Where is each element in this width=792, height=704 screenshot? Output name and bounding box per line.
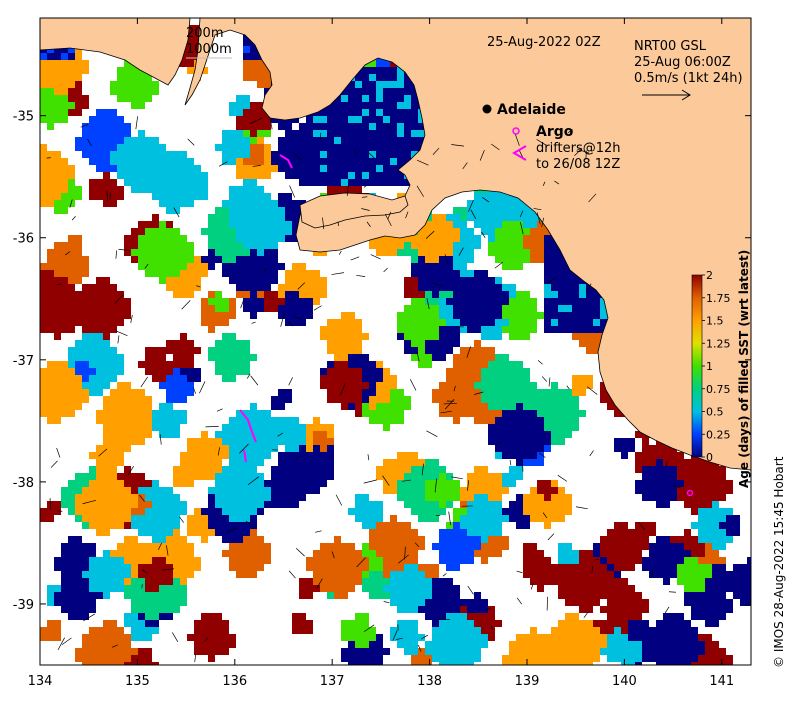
adelaide-marker (483, 105, 492, 114)
map-date-label: 25-Aug-2022 02Z (487, 35, 601, 50)
y-tick-label: -39 (13, 598, 34, 613)
depth-contour-200m-label: 200m (186, 26, 223, 41)
argo-legend-label: Argo (536, 124, 574, 140)
colorbar-label: Age (days) of filled SST (wrt latest) (737, 250, 751, 488)
sst-age-map-figure: 200m 1000m 25-Aug-2022 02Z NRT00 GSL 25-… (0, 0, 792, 700)
colorbar-tick-label: 1.25 (706, 337, 731, 350)
drifter-legend-label-1: drifters@12h (536, 141, 621, 156)
x-tick-label: 141 (709, 674, 734, 689)
current-time-label: 25-Aug 06:00Z (634, 55, 731, 70)
y-tick-label: -37 (13, 354, 34, 369)
x-tick-label: 139 (515, 674, 540, 689)
colorbar-tick-label: 0.25 (706, 428, 731, 441)
x-tick-label: 136 (222, 674, 247, 689)
depth-contour-1000m-label: 1000m (186, 42, 232, 57)
vector-scale-label: 0.5m/s (1kt 24h) (634, 71, 743, 86)
x-tick-label: 134 (28, 674, 53, 689)
colorbar-tick-label: 1 (706, 360, 713, 373)
credit-label: © IMOS 28-Aug-2022 15:45 Hobart (772, 456, 786, 668)
current-source-label: NRT00 GSL (634, 39, 707, 54)
colorbar-tick-label: 1.75 (706, 292, 731, 305)
x-tick-label: 135 (125, 674, 150, 689)
y-tick-label: -35 (13, 110, 34, 125)
y-tick-label: -38 (13, 476, 34, 491)
colorbar-tick-label: 1.5 (706, 315, 724, 328)
colorbar-tick-label: 0.5 (706, 406, 724, 419)
adelaide-label: Adelaide (497, 102, 566, 118)
colorbar (692, 275, 702, 457)
x-tick-label: 138 (417, 674, 442, 689)
colorbar-tick-label: 0 (706, 451, 713, 464)
x-tick-label: 137 (320, 674, 345, 689)
colorbar-tick-label: 0.75 (706, 383, 731, 396)
drifter-legend-label-2: to 26/08 12Z (536, 157, 620, 172)
x-tick-label: 140 (612, 674, 637, 689)
y-tick-label: -36 (13, 232, 34, 247)
colorbar-tick-label: 2 (706, 269, 713, 282)
